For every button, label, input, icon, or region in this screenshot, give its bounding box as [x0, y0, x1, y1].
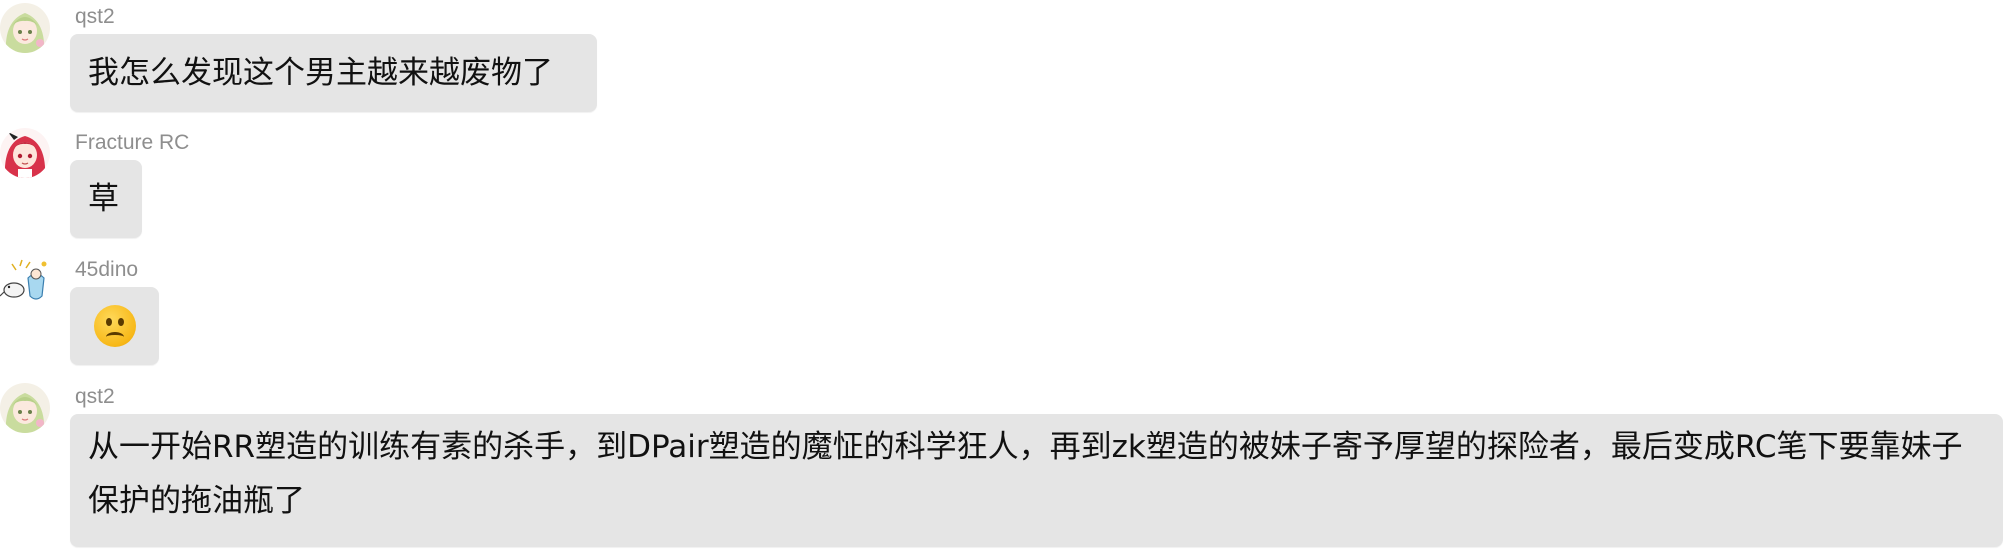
anime-girl-green-hair-avatar-icon — [0, 3, 50, 53]
anime-girl-red-hair-avatar-icon — [0, 128, 50, 178]
message-bubble: 我怎么发现这个男主越来越废物了 — [70, 34, 597, 112]
user-avatar[interactable] — [0, 3, 50, 53]
username[interactable]: qst2 — [75, 5, 115, 29]
message-bubble: 从一开始RR塑造的训练有素的杀手，到DPair塑造的魔怔的科学狂人，再到zk塑造… — [70, 414, 2003, 547]
user-avatar[interactable] — [0, 383, 50, 433]
user-avatar[interactable] — [0, 128, 50, 178]
dinosaur-sketch-avatar-icon — [0, 256, 50, 306]
user-avatar[interactable] — [0, 256, 50, 306]
frowning-face-emoji-icon — [93, 304, 136, 347]
message-bubble — [70, 287, 159, 365]
anime-girl-green-hair-avatar-icon — [0, 383, 50, 433]
message-bubble: 草 — [70, 160, 142, 238]
username[interactable]: qst2 — [75, 385, 115, 409]
username[interactable]: 45dino — [75, 258, 138, 282]
username[interactable]: Fracture RC — [75, 131, 189, 155]
